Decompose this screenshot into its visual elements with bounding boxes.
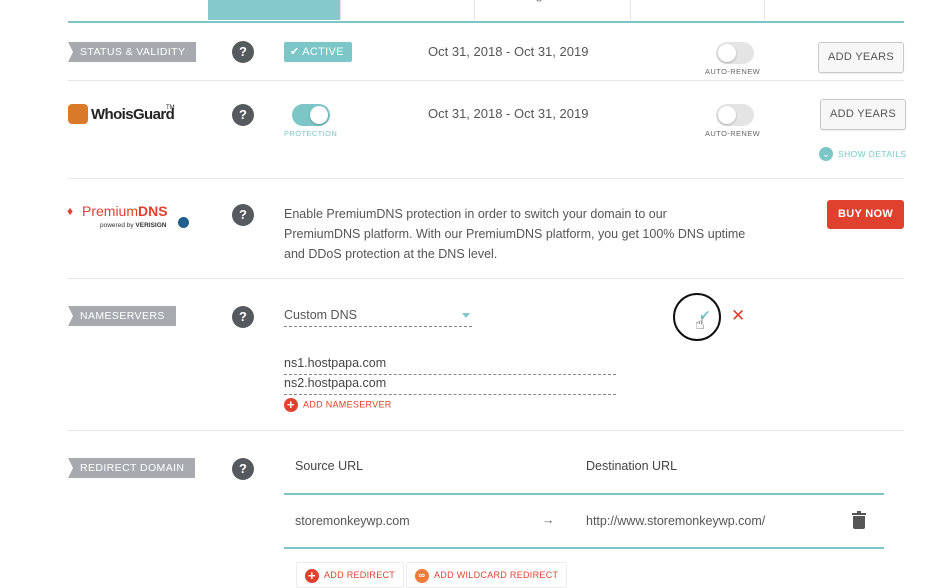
help-icon[interactable]: ? [232,306,254,328]
premiumdns-logo: ♦ PremiumDNS powered by VERISIGN [66,202,201,234]
nameserver-field-1[interactable]: ns1.hostpapa.com [284,355,616,375]
plus-circle-icon: + [284,398,298,412]
tab-domain[interactable]: Domain [208,0,340,20]
tab-advanced-dns[interactable]: Advanced DNS [630,0,765,20]
redirect-destination[interactable]: http://www.storemonkeywp.com/ [586,514,765,528]
divider [68,80,904,81]
cancel-x-icon[interactable]: ✕ [731,306,745,326]
description-line: Enable PremiumDNS protection in order to… [284,207,667,221]
status-dates: Oct 31, 2018 - Oct 31, 2019 [428,44,589,59]
add-years-button[interactable]: ADD YEARS [820,99,906,130]
check-icon: ✔ [290,46,300,58]
plus-circle-icon: + [305,568,319,583]
premiumdns-logo-text: PremiumDNS [82,203,168,219]
status-badge: ✔ ACTIVE [284,42,352,62]
whoisguard-logo-text: WhoisGuard [91,106,175,123]
add-wildcard-text: ADD WILDCARD REDIRECT [434,570,559,580]
protection-toggle[interactable] [292,104,330,126]
status-validity-label: STATUS & VALIDITY [68,42,197,62]
nameserver-value: ns2.hostpapa.com [284,376,387,390]
nameservers-label: NAMESERVERS [68,306,176,326]
protection-label: PROTECTION [284,129,338,138]
help-icon[interactable]: ? [232,104,254,126]
toggle-knob [310,106,328,124]
add-redirect-button[interactable]: + ADD REDIRECT [296,562,405,588]
add-redirect-text: ADD REDIRECT [324,570,396,580]
show-details-text: SHOW DETAILS [838,149,907,159]
help-icon[interactable]: ? [232,458,254,480]
tab-extra [764,0,905,20]
description-line: PremiumDNS platform. With our PremiumDNS… [284,227,746,241]
trash-icon[interactable] [852,511,866,530]
powered-by: powered by VERISIGN [100,222,166,229]
whoisguard-logo: WhoisGuard TM [68,103,188,127]
premiumdns-logo-b: DNS [138,203,168,219]
divider [68,278,904,279]
destination-url-header: Destination URL [586,459,678,473]
arrow-right-icon: → [542,513,555,527]
tab-products[interactable]: Products [340,0,475,20]
table-header-line [284,493,884,495]
premiumdns-logo-a: Premium [82,203,139,219]
add-nameserver-link[interactable]: + ADD NAMESERVER [284,398,392,412]
auto-renew-label: AUTO-RENEW [705,129,761,138]
dns-type-select[interactable]: Custom DNS [284,308,472,327]
whoisguard-dates: Oct 31, 2018 - Oct 31, 2019 [428,106,589,121]
divider [68,178,904,179]
toggle-knob [718,106,736,124]
add-wildcard-redirect-button[interactable]: ∞ ADD WILDCARD REDIRECT [406,562,568,588]
wildcard-icon: ∞ [415,568,429,583]
powered-by-text: powered by [100,222,134,229]
nameserver-field-2[interactable]: ns2.hostpapa.com [284,375,616,395]
add-years-button[interactable]: ADD YEARS [818,42,904,73]
caret-down-icon [462,313,470,318]
diamond-icon: ♦ [67,204,74,218]
verisign-check-icon [178,217,189,228]
toggle-knob [718,44,736,62]
whoisguard-tm: TM [166,105,175,111]
hand-cursor-icon: ☝ [695,316,705,333]
auto-renew-label: AUTO-RENEW [705,67,761,76]
nameserver-value: ns1.hostpapa.com [284,356,387,370]
redirect-source[interactable]: storemonkeywp.com [295,514,410,528]
redirect-domain-label: REDIRECT DOMAIN [68,458,196,478]
premiumdns-description: Enable PremiumDNS protection in order to… [284,204,784,264]
help-icon[interactable]: ? [232,204,254,226]
add-nameserver-text: ADD NAMESERVER [303,399,392,410]
verisign-text: VERISIGN [135,222,167,229]
auto-renew-toggle[interactable] [716,104,754,126]
tab-bar: Domain Products Sharing & Transfer Advan… [68,0,904,23]
table-footer-line [284,547,884,549]
buy-now-button[interactable]: BUY NOW [827,200,904,229]
description-line: and DDoS protection at the DNS level. [284,247,498,261]
chevron-down-icon: ⌄ [819,147,833,161]
divider [68,430,904,431]
status-badge-text: ACTIVE [302,46,344,58]
source-url-header: Source URL [295,459,364,473]
dns-type-value: Custom DNS [284,308,357,322]
help-icon[interactable]: ? [232,41,254,63]
lion-icon [68,104,88,124]
tab-sharing-transfer[interactable]: Sharing & Transfer [474,0,631,20]
auto-renew-toggle[interactable] [716,42,754,64]
